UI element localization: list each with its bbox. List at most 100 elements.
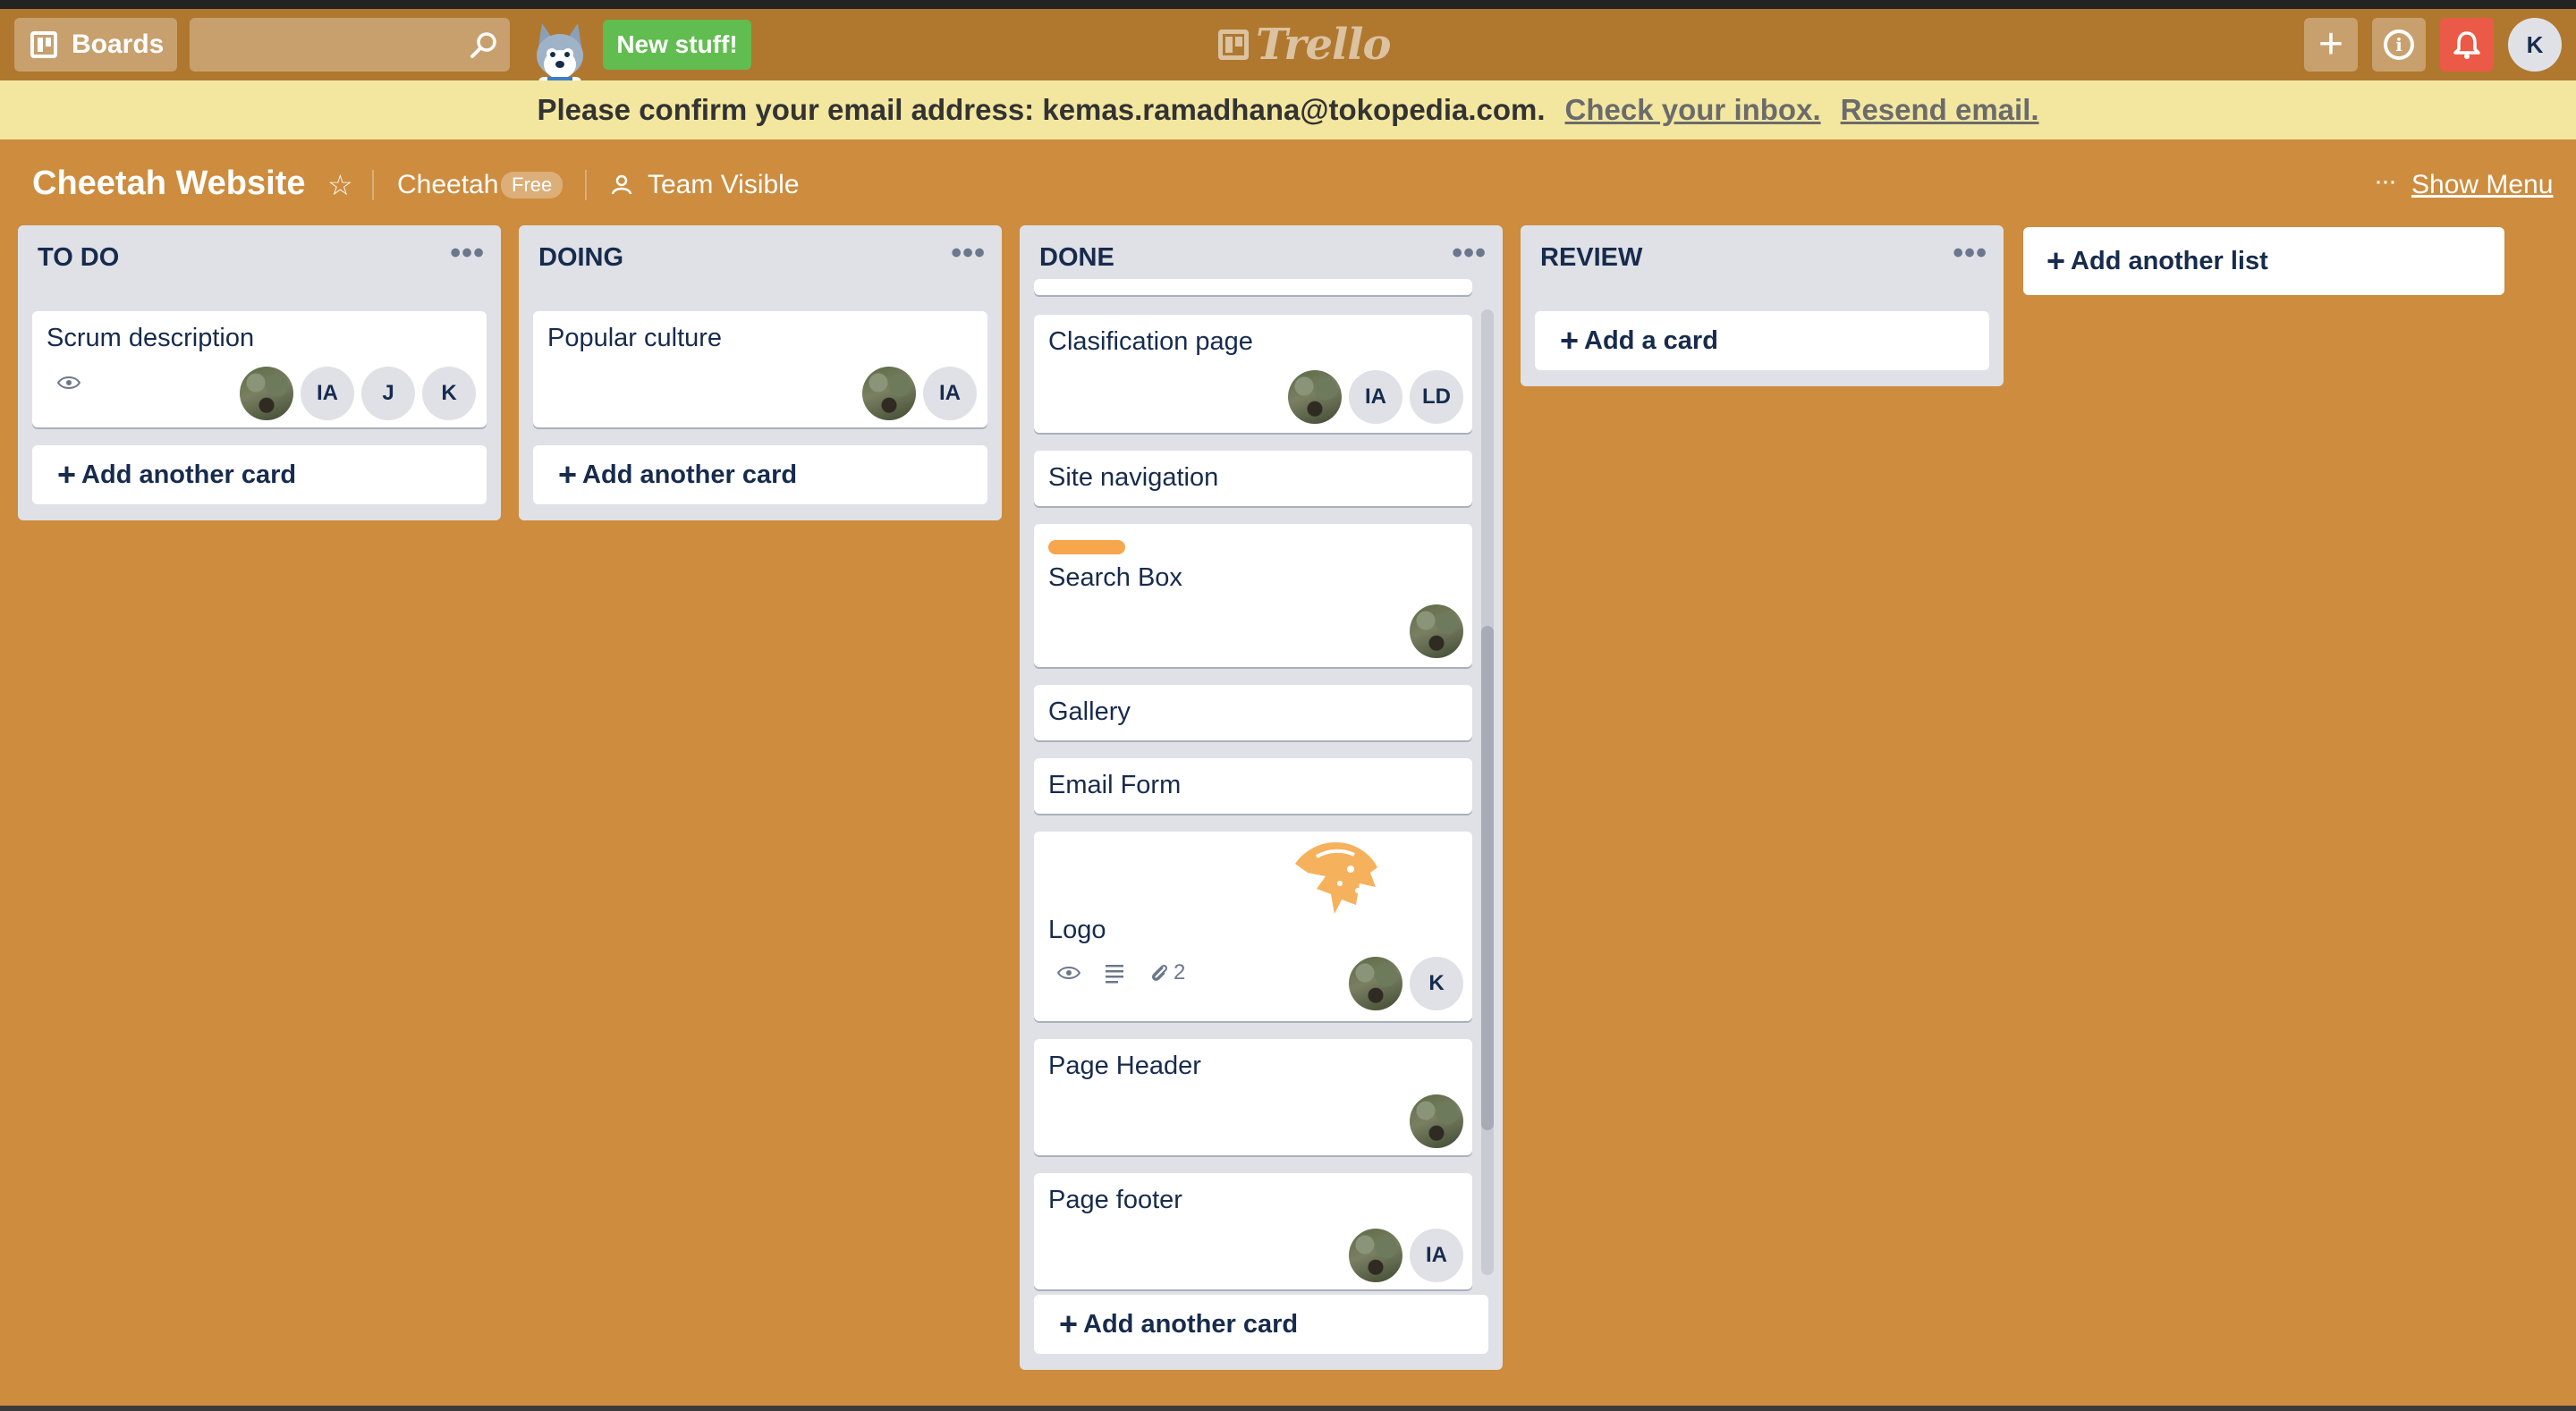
- add-card-button[interactable]: + Add another card: [1034, 1295, 1488, 1354]
- add-another-list-button[interactable]: + Add another list: [2023, 227, 2504, 295]
- star-icon[interactable]: ☆: [327, 168, 353, 202]
- card-label-orange[interactable]: [1048, 540, 1125, 554]
- card-search-box[interactable]: Search Box: [1034, 524, 1472, 667]
- plus-icon: +: [57, 456, 77, 493]
- member-avatar[interactable]: J: [361, 367, 415, 420]
- trello-wordmark: Trello: [1256, 20, 1392, 70]
- card-title: Gallery: [1048, 697, 1131, 726]
- list-title[interactable]: DOING: [538, 243, 623, 273]
- user-avatar[interactable]: K: [2508, 18, 2562, 72]
- board-title[interactable]: Cheetah Website: [32, 165, 305, 203]
- cheetah-logo-cover-image: [1295, 842, 1377, 914]
- check-inbox-link[interactable]: Check your inbox.: [1565, 93, 1821, 127]
- card-title: Logo: [1048, 916, 1106, 944]
- eye-icon: [57, 376, 80, 389]
- list-title[interactable]: REVIEW: [1540, 243, 1642, 273]
- add-card-label: Add a card: [1584, 325, 1718, 355]
- card-partial[interactable]: [1034, 279, 1472, 295]
- new-stuff-button[interactable]: New stuff!: [603, 20, 751, 70]
- add-list-label: Add another list: [2071, 246, 2268, 275]
- bell-icon: [2453, 31, 2480, 59]
- list-done: DONE ••• Clasification page IA LD Site n…: [1020, 225, 1503, 1370]
- list-menu-button[interactable]: •••: [1452, 236, 1487, 271]
- window-bottom-edge: [0, 1406, 2576, 1411]
- trello-logo-icon: [1218, 30, 1249, 60]
- email-confirmation-banner: Please confirm your email address: kemas…: [0, 80, 2576, 139]
- card-title: Popular culture: [547, 324, 723, 352]
- eye-icon: [1057, 967, 1080, 979]
- member-avatar-photo[interactable]: [1349, 957, 1402, 1010]
- create-button[interactable]: +: [2304, 18, 2358, 72]
- card-title: Page footer: [1048, 1186, 1182, 1214]
- member-avatar[interactable]: IA: [1410, 1229, 1463, 1282]
- card-scrum-description[interactable]: Scrum description IA J K: [32, 311, 487, 427]
- show-menu-link[interactable]: Show Menu: [2411, 170, 2553, 200]
- plus-icon: +: [2046, 242, 2066, 279]
- card-clasification-page[interactable]: Clasification page IA LD: [1034, 315, 1472, 433]
- boards-icon: [30, 31, 57, 58]
- member-avatar-photo[interactable]: [862, 367, 916, 420]
- member-avatar[interactable]: K: [422, 367, 476, 420]
- member-avatar-photo[interactable]: [1288, 370, 1342, 424]
- card-popular-culture[interactable]: Popular culture IA: [533, 311, 987, 427]
- card-title: Site navigation: [1048, 463, 1219, 492]
- taco-mascot-icon[interactable]: [526, 20, 594, 89]
- list-menu-button[interactable]: •••: [450, 236, 485, 271]
- member-avatar-photo[interactable]: [1349, 1229, 1402, 1282]
- card-email-form[interactable]: Email Form: [1034, 758, 1472, 814]
- notifications-button[interactable]: [2440, 18, 2494, 72]
- card-gallery[interactable]: Gallery: [1034, 685, 1472, 740]
- banner-message: Please confirm your email address: kemas…: [537, 93, 1546, 126]
- list-menu-button[interactable]: •••: [1953, 236, 1987, 271]
- list-doing: DOING ••• Popular culture IA + Add anoth…: [519, 225, 1002, 520]
- card-page-header[interactable]: Page Header: [1034, 1039, 1472, 1155]
- member-avatar-photo[interactable]: [1410, 1094, 1463, 1148]
- team-name[interactable]: Cheetah: [397, 170, 498, 200]
- add-card-button[interactable]: + Add another card: [32, 445, 487, 504]
- visibility-button[interactable]: Team Visible: [648, 170, 800, 200]
- card-logo[interactable]: Logo 2 K: [1034, 832, 1472, 1021]
- header-divider: [585, 170, 587, 200]
- plus-icon: +: [1560, 322, 1580, 359]
- member-avatar-photo[interactable]: [1410, 604, 1463, 658]
- card-title: Page Header: [1048, 1052, 1201, 1080]
- card-title: Email Form: [1048, 771, 1182, 799]
- list-review: REVIEW ••• + Add a card: [1521, 225, 2004, 386]
- boards-button[interactable]: Boards: [14, 18, 177, 72]
- list-scrollbar-thumb[interactable]: [1481, 626, 1494, 1130]
- search-input[interactable]: [190, 18, 510, 72]
- info-button[interactable]: i: [2372, 18, 2426, 72]
- member-avatar[interactable]: K: [1410, 957, 1463, 1010]
- team-icon[interactable]: [610, 173, 633, 197]
- list-title[interactable]: TO DO: [38, 243, 119, 273]
- card-title: Search Box: [1048, 563, 1182, 592]
- boards-label: Boards: [72, 30, 165, 59]
- description-icon: [1106, 965, 1123, 984]
- attachment-count: 2: [1174, 960, 1186, 984]
- window-top-edge: [0, 0, 2576, 9]
- member-avatar[interactable]: IA: [1349, 370, 1402, 424]
- plan-badge: Free: [501, 172, 564, 199]
- add-card-button[interactable]: + Add a card: [1535, 311, 1989, 370]
- info-icon: i: [2384, 30, 2414, 60]
- member-avatar[interactable]: IA: [923, 367, 977, 420]
- trello-logo[interactable]: Trello: [1218, 20, 1392, 70]
- plus-icon: +: [2318, 21, 2344, 68]
- more-icon[interactable]: ···: [2374, 166, 2397, 197]
- paperclip-icon: [1151, 964, 1168, 981]
- top-navigation-bar: Boards New stuff! Trello + i K: [0, 9, 2576, 89]
- resend-email-link[interactable]: Resend email.: [1841, 93, 2039, 127]
- search-icon[interactable]: [467, 29, 501, 63]
- header-divider: [372, 170, 374, 200]
- list-menu-button[interactable]: •••: [951, 236, 986, 271]
- member-avatar[interactable]: LD: [1410, 370, 1463, 424]
- card-title: Scrum description: [47, 324, 255, 352]
- add-card-button[interactable]: + Add another card: [533, 445, 987, 504]
- member-avatar[interactable]: IA: [301, 367, 354, 420]
- card-page-footer[interactable]: Page footer IA: [1034, 1173, 1472, 1289]
- card-site-navigation[interactable]: Site navigation: [1034, 451, 1472, 506]
- plus-icon: +: [1059, 1305, 1079, 1342]
- plus-icon: +: [558, 456, 578, 493]
- list-title[interactable]: DONE: [1039, 243, 1114, 273]
- member-avatar-photo[interactable]: [240, 367, 293, 420]
